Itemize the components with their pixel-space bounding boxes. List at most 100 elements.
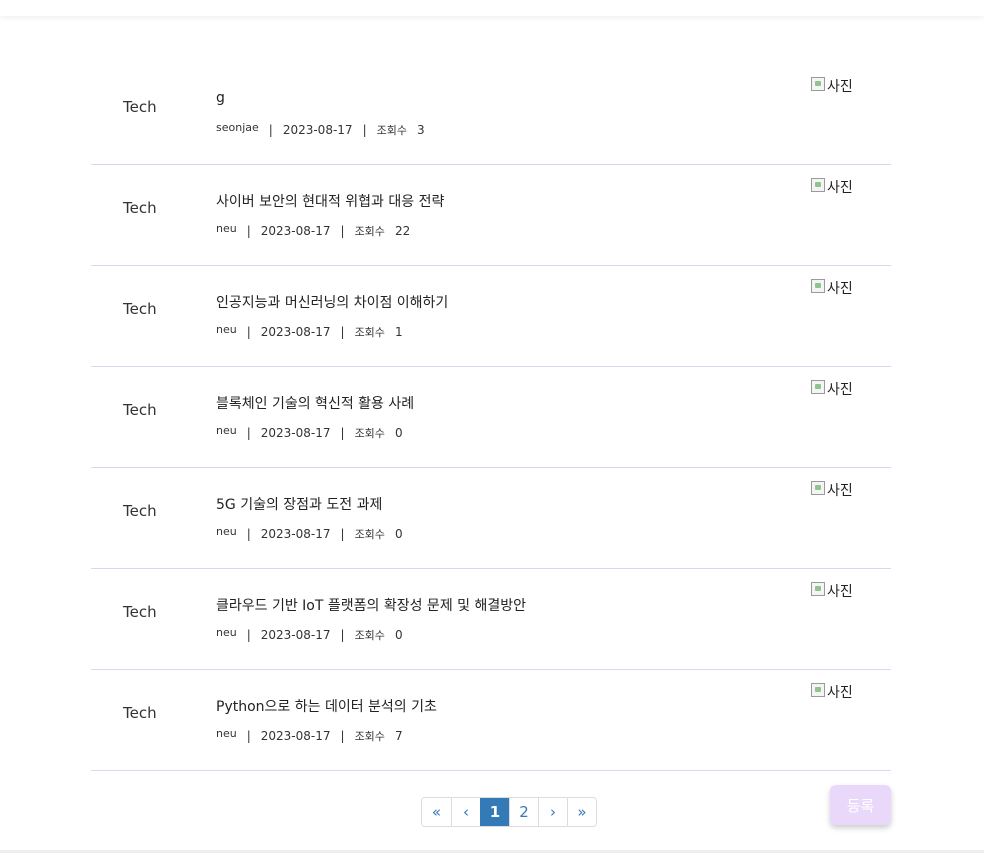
post-category: Tech (123, 603, 157, 621)
meta-separator: | (362, 123, 367, 137)
meta-separator: | (246, 527, 251, 541)
register-button[interactable]: 등록 (830, 785, 891, 825)
post-thumbnail[interactable]: 사진 (811, 480, 853, 500)
post-title-link[interactable]: 사이버 보안의 현대적 위협과 대응 전략 (216, 191, 444, 211)
post-thumbnail[interactable]: 사진 (811, 581, 853, 601)
views-label: 조회수 (376, 124, 407, 137)
meta-separator: | (268, 123, 273, 137)
post-category: Tech (123, 704, 157, 722)
post-row[interactable]: Tech 사이버 보안의 현대적 위협과 대응 전략 neu | 2023-08… (91, 165, 891, 266)
views-count: 0 (394, 426, 403, 440)
thumbnail-alt-text: 사진 (827, 79, 853, 95)
post-date: 2023-08-17 (260, 729, 331, 743)
page-button-2[interactable]: 2 (509, 798, 538, 826)
meta-separator: | (246, 729, 251, 743)
post-list: Tech g seonjae | 2023-08-17 | 조회수 3 사진 T… (91, 64, 891, 771)
meta-separator: | (340, 527, 345, 541)
meta-separator: | (340, 729, 345, 743)
post-thumbnail[interactable]: 사진 (811, 278, 853, 298)
meta-separator: | (246, 628, 251, 642)
thumbnail-alt-text: 사진 (827, 281, 853, 297)
post-category: Tech (123, 199, 157, 217)
post-title-link[interactable]: Python으로 하는 데이터 분석의 기초 (216, 696, 437, 716)
post-author: neu (216, 222, 237, 235)
views-count: 3 (416, 123, 425, 137)
post-thumbnail[interactable]: 사진 (811, 177, 853, 197)
post-date: 2023-08-17 (260, 628, 331, 642)
post-meta: neu | 2023-08-17 | 조회수 0 (216, 525, 403, 542)
post-date: 2023-08-17 (260, 325, 331, 339)
views-count: 0 (394, 628, 403, 642)
post-meta: seonjae | 2023-08-17 | 조회수 3 (216, 121, 425, 138)
page-button-1[interactable]: 1 (480, 798, 509, 826)
broken-image-icon (811, 77, 825, 91)
post-row[interactable]: Tech 블록체인 기술의 혁신적 활용 사례 neu | 2023-08-17… (91, 367, 891, 468)
prev-page-button[interactable]: ‹ (451, 798, 480, 826)
post-row[interactable]: Tech 인공지능과 머신러닝의 차이점 이해하기 neu | 2023-08-… (91, 266, 891, 367)
post-title-link[interactable]: 클라우드 기반 IoT 플랫폼의 확장성 문제 및 해결방안 (216, 595, 526, 615)
post-row[interactable]: Tech Python으로 하는 데이터 분석의 기초 neu | 2023-0… (91, 670, 891, 771)
post-author: neu (216, 727, 237, 740)
post-category: Tech (123, 502, 157, 520)
thumbnail-alt-text: 사진 (827, 685, 853, 701)
thumbnail-alt-text: 사진 (827, 584, 853, 600)
views-label: 조회수 (354, 629, 385, 642)
views-label: 조회수 (354, 225, 385, 238)
views-label: 조회수 (354, 326, 385, 339)
post-row[interactable]: Tech g seonjae | 2023-08-17 | 조회수 3 사진 (91, 64, 891, 165)
post-category: Tech (123, 300, 157, 318)
post-title-link[interactable]: 블록체인 기술의 혁신적 활용 사례 (216, 393, 414, 413)
post-date: 2023-08-17 (260, 527, 331, 541)
meta-separator: | (246, 325, 251, 339)
views-count: 22 (394, 224, 411, 238)
pagination: « ‹ 1 2 › » (421, 797, 597, 827)
thumbnail-alt-text: 사진 (827, 180, 853, 196)
post-category: Tech (123, 401, 157, 419)
post-author: neu (216, 525, 237, 538)
post-thumbnail[interactable]: 사진 (811, 379, 853, 399)
meta-separator: | (340, 325, 345, 339)
next-page-button[interactable]: › (538, 798, 567, 826)
post-meta: neu | 2023-08-17 | 조회수 22 (216, 222, 411, 239)
views-label: 조회수 (354, 427, 385, 440)
post-author: neu (216, 626, 237, 639)
board-page: Tech g seonjae | 2023-08-17 | 조회수 3 사진 T… (0, 0, 984, 853)
post-date: 2023-08-17 (260, 224, 331, 238)
top-navbar (0, 0, 984, 16)
meta-separator: | (340, 426, 345, 440)
first-page-button[interactable]: « (422, 798, 451, 826)
meta-separator: | (340, 628, 345, 642)
views-label: 조회수 (354, 528, 385, 541)
post-author: neu (216, 424, 237, 437)
broken-image-icon (811, 683, 825, 697)
post-meta: neu | 2023-08-17 | 조회수 0 (216, 626, 403, 643)
post-meta: neu | 2023-08-17 | 조회수 0 (216, 424, 403, 441)
broken-image-icon (811, 582, 825, 596)
broken-image-icon (811, 481, 825, 495)
views-count: 7 (394, 729, 403, 743)
post-author: neu (216, 323, 237, 336)
post-row[interactable]: Tech 5G 기술의 장점과 도전 과제 neu | 2023-08-17 |… (91, 468, 891, 569)
meta-separator: | (246, 224, 251, 238)
post-title-link[interactable]: 인공지능과 머신러닝의 차이점 이해하기 (216, 292, 448, 312)
post-meta: neu | 2023-08-17 | 조회수 7 (216, 727, 403, 744)
post-title-link[interactable]: 5G 기술의 장점과 도전 과제 (216, 494, 382, 514)
post-date: 2023-08-17 (260, 426, 331, 440)
broken-image-icon (811, 279, 825, 293)
views-count: 1 (394, 325, 403, 339)
views-label: 조회수 (354, 730, 385, 743)
post-thumbnail[interactable]: 사진 (811, 682, 853, 702)
post-meta: neu | 2023-08-17 | 조회수 1 (216, 323, 403, 340)
meta-separator: | (340, 224, 345, 238)
views-count: 0 (394, 527, 403, 541)
thumbnail-alt-text: 사진 (827, 483, 853, 499)
post-author: seonjae (216, 121, 259, 134)
broken-image-icon (811, 178, 825, 192)
post-category: Tech (123, 98, 157, 116)
thumbnail-alt-text: 사진 (827, 382, 853, 398)
post-thumbnail[interactable]: 사진 (811, 76, 853, 96)
post-title-link[interactable]: g (216, 90, 225, 106)
post-row[interactable]: Tech 클라우드 기반 IoT 플랫폼의 확장성 문제 및 해결방안 neu … (91, 569, 891, 670)
last-page-button[interactable]: » (567, 798, 596, 826)
broken-image-icon (811, 380, 825, 394)
